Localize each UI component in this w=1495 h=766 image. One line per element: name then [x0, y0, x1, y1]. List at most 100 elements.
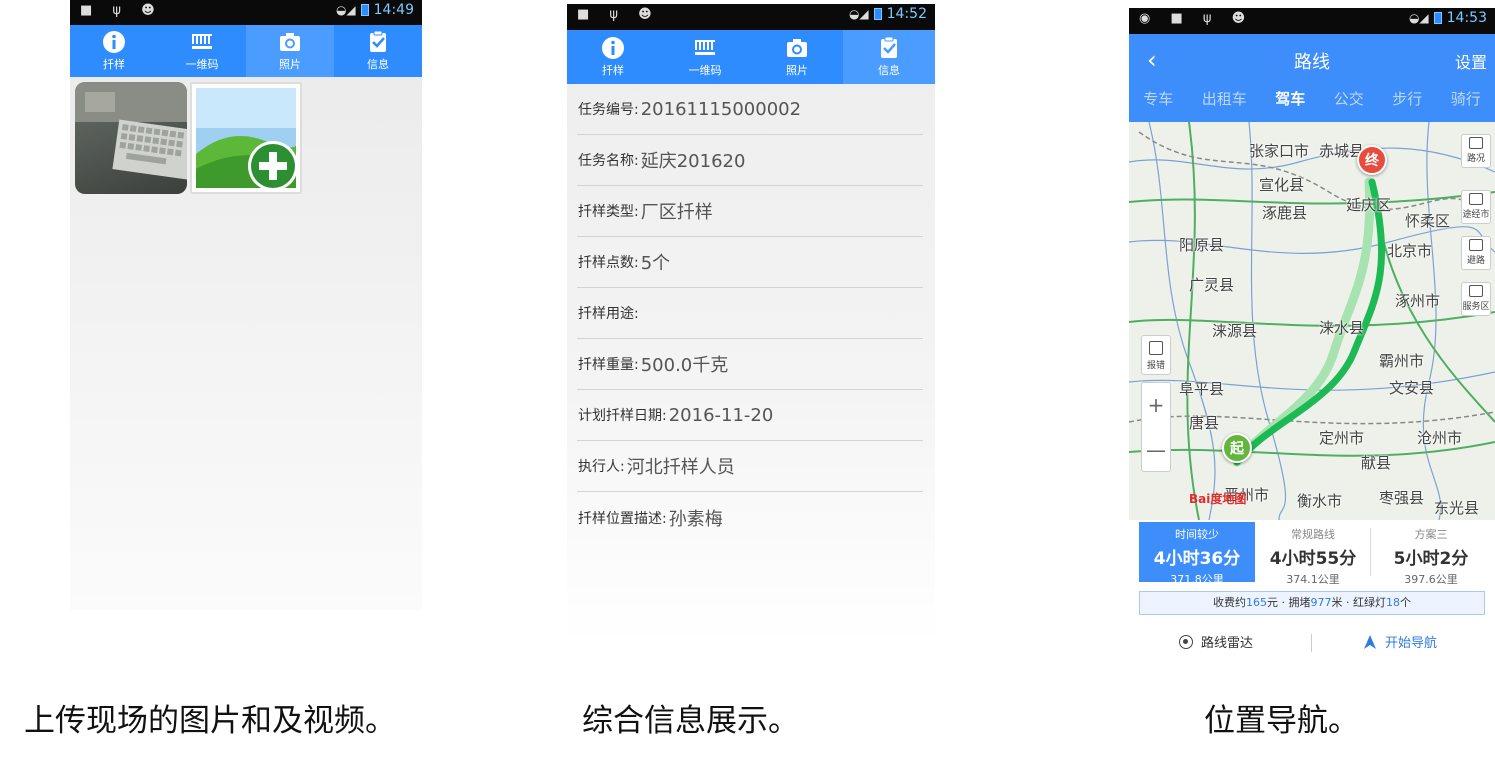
- tab-label: 一维码: [688, 64, 722, 77]
- route-distance: 374.1公里: [1286, 573, 1340, 586]
- add-image-icon: [196, 88, 298, 191]
- tab-walk[interactable]: 步行: [1392, 88, 1422, 109]
- tab-barcode[interactable]: 一维码: [659, 30, 751, 84]
- tab-photo[interactable]: 照片: [751, 30, 843, 84]
- tab-sampling[interactable]: 扦样: [567, 30, 659, 84]
- status-bar: ■ ψ ☻ ◒◢ 14:49: [70, 0, 422, 25]
- battery-icon: [873, 8, 882, 20]
- wifi-signal-icon: ◒◢: [1408, 11, 1429, 25]
- field-value: 20161115000002: [640, 98, 802, 120]
- tab-sampling[interactable]: 扦样: [70, 25, 158, 77]
- avoid-road-icon: [1469, 239, 1483, 251]
- tab-label: 一维码: [185, 58, 219, 71]
- tab-photo[interactable]: 照片: [246, 25, 334, 77]
- map-label: 宣化县: [1259, 176, 1305, 194]
- map-label: 涞源县: [1212, 322, 1258, 340]
- map-label: 阳原县: [1179, 236, 1225, 254]
- info-row-sampling-purpose: 扦样用途:: [577, 288, 923, 339]
- map-label: 东光县: [1434, 499, 1480, 517]
- map-label: 涿州市: [1395, 292, 1441, 310]
- tab-bike[interactable]: 骑行: [1451, 88, 1481, 109]
- tab-label: 照片: [279, 58, 301, 71]
- settings-button[interactable]: 设置: [1455, 49, 1487, 73]
- route-summary: 收费约165元 · 拥堵977米 · 红绿灯18个: [1139, 591, 1485, 615]
- tab-info[interactable]: 信息: [334, 25, 422, 77]
- field-value: 孙素梅: [668, 508, 723, 530]
- zoom-control: + —: [1141, 382, 1171, 472]
- status-indicators: ◒◢ 14:53: [1409, 10, 1487, 26]
- caption-nav: 位置导航。: [1204, 703, 1359, 739]
- start-navigation-button[interactable]: 开始导航: [1363, 632, 1437, 651]
- map-label: 阜平县: [1179, 380, 1225, 398]
- tab-barcode[interactable]: 一维码: [158, 25, 246, 77]
- map-label: 献县: [1361, 454, 1392, 472]
- info-icon: [602, 37, 624, 59]
- notification-icons: ■ ψ ☻: [80, 3, 163, 18]
- route-map[interactable]: 张家口市 赤城县 宣化县 涿鹿县 延庆区 怀柔区 阳原县 北京市 广灵县 涞源县…: [1129, 122, 1495, 520]
- wifi-signal-icon: ◒◢: [335, 3, 356, 17]
- battery-icon: [360, 4, 369, 16]
- service-area-button[interactable]: 服务区: [1461, 282, 1491, 316]
- camera-icon: [787, 39, 807, 57]
- clipboard-check-icon: [370, 30, 386, 52]
- baidu-logo: Bai度地图: [1189, 492, 1247, 506]
- report-error-button[interactable]: 报错: [1141, 335, 1171, 375]
- route-option-fastest[interactable]: 时间较少 4小时36分 371.8公里: [1139, 522, 1255, 586]
- fee-value: 165: [1246, 596, 1267, 609]
- tab-label: 信息: [878, 64, 900, 77]
- status-bar: ◉ ■ ψ ☻ ◒◢ 14:53: [1129, 8, 1495, 34]
- tab-label: 照片: [786, 64, 808, 77]
- wifi-signal-icon: ◒◢: [848, 7, 869, 21]
- route-option-third[interactable]: 方案三 5小时2分 397.6公里: [1373, 522, 1489, 586]
- route-header: ‹ 路线 设置 专车 出租车 驾车 公交 步行 骑行: [1129, 34, 1495, 122]
- route-time: 5小时2分: [1393, 549, 1469, 569]
- tab-taxi[interactable]: 出租车: [1202, 88, 1247, 109]
- keyboard-photo: [75, 82, 187, 181]
- tab-special-car[interactable]: 专车: [1143, 88, 1173, 109]
- fee-prefix: 收费约: [1213, 596, 1246, 609]
- map-label: 文安县: [1389, 379, 1435, 397]
- route-radar-button[interactable]: 路线雷达: [1179, 632, 1253, 651]
- zoom-out-button[interactable]: —: [1142, 428, 1170, 473]
- radar-icon: [1179, 634, 1193, 649]
- tab-label: 扦样: [103, 58, 125, 71]
- field-value: 2016-11-20: [668, 404, 774, 426]
- info-row-task-name: 任务名称: 延庆201620: [577, 135, 923, 186]
- route-option-regular[interactable]: 常规路线 4小时55分 374.1公里: [1255, 522, 1371, 586]
- status-bar: ■ ψ ☻ ◒◢ 14:52: [567, 4, 935, 30]
- map-label: 怀柔区: [1405, 212, 1451, 230]
- route-options-panel: 时间较少 4小时36分 371.8公里 常规路线 4小时55分 374.1公里 …: [1129, 520, 1495, 660]
- caption-info: 综合信息展示。: [582, 703, 799, 739]
- origin-marker[interactable]: 起: [1222, 433, 1252, 463]
- lights-value: 18: [1386, 596, 1400, 609]
- tab-info[interactable]: 信息: [843, 30, 935, 84]
- camera-icon: [280, 33, 300, 51]
- map-label: 延庆区: [1346, 196, 1392, 214]
- map-label: 枣强县: [1379, 489, 1425, 507]
- traffic-button[interactable]: 路况: [1461, 134, 1491, 168]
- report-label: 报错: [1146, 361, 1165, 371]
- tab-label: 信息: [367, 58, 389, 71]
- jam-unit: 米 · 红绿灯: [1331, 596, 1387, 609]
- status-indicators: ◒◢ 14:49: [336, 2, 414, 18]
- side-button-label: 避路: [1466, 256, 1485, 266]
- field-value: 5个: [640, 253, 671, 274]
- via-city-button[interactable]: 途经市: [1461, 190, 1491, 224]
- destination-marker[interactable]: 终: [1357, 145, 1387, 175]
- field-label: 执行人:: [578, 459, 625, 475]
- photo-thumbnail[interactable]: [75, 82, 187, 194]
- avoid-road-button[interactable]: 避路: [1461, 236, 1491, 270]
- field-label: 扦样点数:: [578, 255, 639, 271]
- radar-label: 路线雷达: [1201, 636, 1254, 651]
- barcode-icon: [192, 34, 212, 49]
- task-info-list: 任务编号: 20161115000002 任务名称: 延庆201620 扦样类型: 厂…: [577, 84, 923, 543]
- lights-unit: 个: [1400, 596, 1411, 609]
- tab-bus[interactable]: 公交: [1334, 88, 1364, 109]
- zoom-in-button[interactable]: +: [1142, 383, 1170, 428]
- divider: [1311, 634, 1312, 652]
- field-label: 扦样用途:: [578, 306, 639, 322]
- field-label: 计划扦样日期:: [578, 408, 667, 424]
- add-media-button[interactable]: [190, 82, 302, 194]
- tab-drive[interactable]: 驾车: [1275, 88, 1305, 109]
- route-distance: 371.8公里: [1170, 573, 1224, 586]
